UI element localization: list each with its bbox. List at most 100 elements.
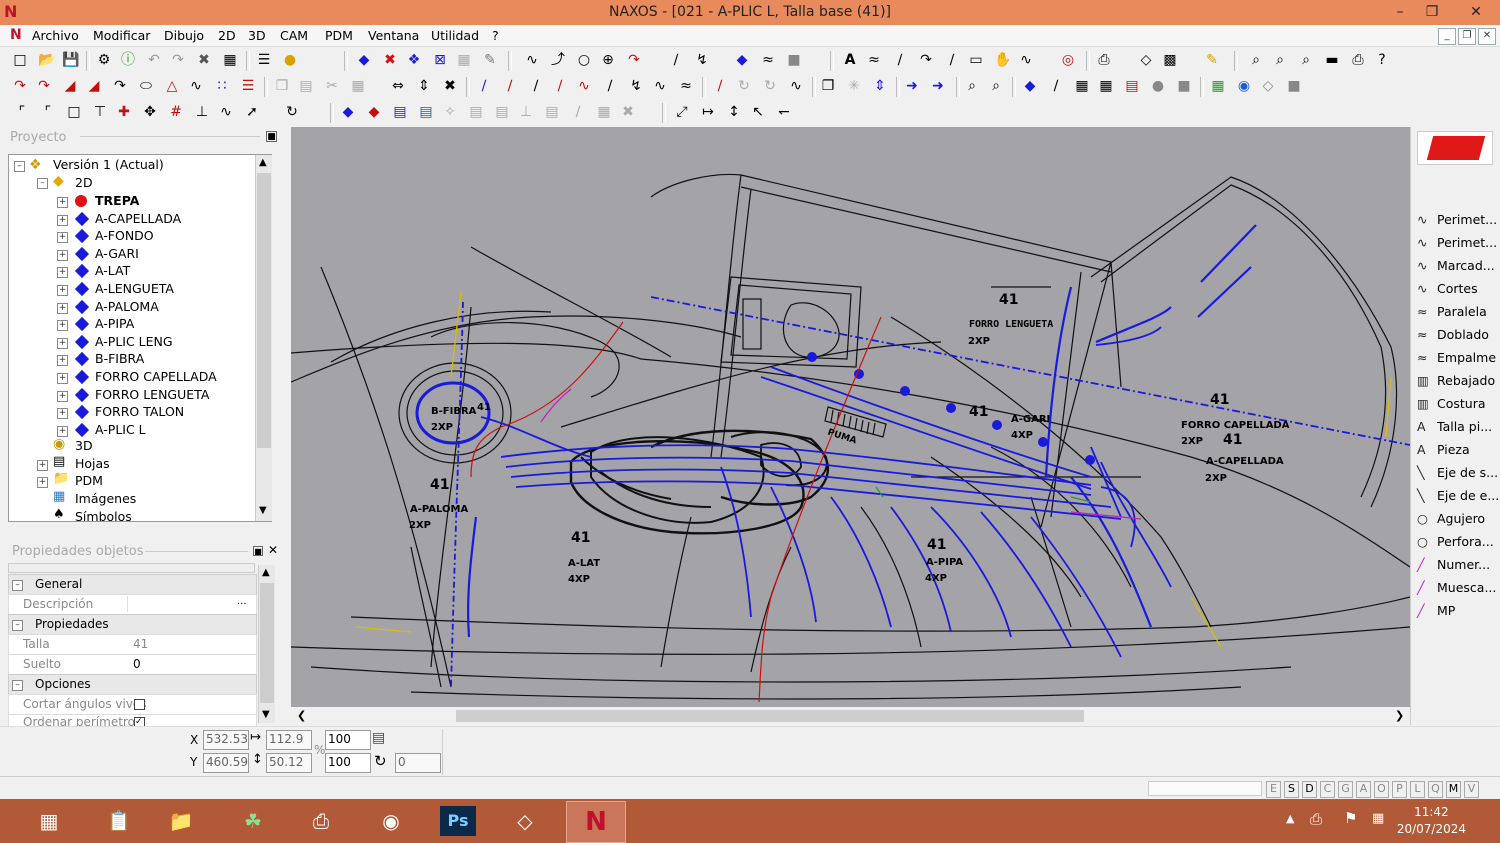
save-icon[interactable]: 💾 (62, 52, 79, 68)
status-toggle-p[interactable]: P (1392, 781, 1407, 798)
tool-item-label[interactable]: Cortes (1437, 281, 1478, 296)
tree-item-expand-toggle[interactable]: + (57, 355, 68, 367)
tree-item-expand-toggle[interactable]: + (57, 249, 68, 261)
flip-h-icon[interactable]: ⇔ (390, 78, 406, 94)
tree-item-expand-toggle[interactable]: + (57, 390, 68, 402)
tool-item-label[interactable]: Perfora... (1437, 534, 1494, 549)
table-icon[interactable]: ▦ (1098, 78, 1114, 94)
status-toggle-s[interactable]: S (1284, 781, 1299, 798)
panel-icon[interactable]: ▤ (1124, 78, 1140, 94)
hash-icon[interactable]: # (168, 104, 184, 120)
fillet2-icon[interactable]: ↷ (36, 78, 52, 94)
bar-icon[interactable]: ▤ (468, 104, 484, 120)
hook-icon[interactable]: ↷ (918, 52, 934, 68)
hand-icon[interactable]: ✋ (994, 52, 1011, 68)
tree-item-expand-toggle[interactable]: + (57, 232, 68, 244)
copy-icon[interactable]: ❐ (274, 78, 290, 94)
node-icon[interactable]: ◆ (734, 52, 750, 68)
menu-2d[interactable]: 2D (218, 28, 236, 43)
mark3-icon[interactable]: ∕ (570, 104, 586, 120)
menu-cam[interactable]: CAM (280, 28, 308, 43)
menu-help[interactable]: ? (492, 28, 499, 43)
corner-icon[interactable]: ↷ (112, 78, 128, 94)
diagonal-icon[interactable]: ∕ (892, 52, 908, 68)
menu-dibujo[interactable]: Dibujo (164, 28, 204, 43)
arc-red-icon[interactable]: ↷ (626, 52, 642, 68)
stitch-icon[interactable]: ∿ (218, 104, 234, 120)
eraser-app-icon[interactable]: ◇ (496, 801, 554, 841)
cut-icon[interactable]: ✂ (324, 78, 340, 94)
props-scroll-down-icon[interactable]: ▼ (262, 709, 270, 720)
tree-item-expand-toggle[interactable]: + (57, 408, 68, 420)
corner-a-icon[interactable]: ⌜ (14, 104, 30, 120)
scroll-up-icon[interactable]: ▲ (259, 157, 267, 168)
fillet-icon[interactable]: ↷ (12, 78, 28, 94)
remove-piece-icon[interactable]: ✖ (382, 52, 398, 68)
tool-item-label[interactable]: Marcad... (1437, 258, 1495, 273)
search-icon[interactable]: ⌕ (964, 78, 980, 94)
fill-icon[interactable]: ■ (786, 52, 802, 68)
tree-group-2d[interactable]: 2D (75, 175, 93, 190)
menu-modificar[interactable]: Modificar (93, 28, 150, 43)
opciones-collapse-toggle[interactable]: – (12, 680, 23, 691)
delete-icon[interactable]: ✖ (196, 52, 212, 68)
crosshair-icon[interactable]: ⊕ (600, 52, 616, 68)
rotate2-icon[interactable]: ↻ (762, 78, 778, 94)
photoshop-app-icon[interactable]: Ps (430, 801, 488, 841)
tree-item-expand-toggle[interactable]: + (57, 337, 68, 349)
rectangle-icon[interactable]: ▭ (968, 52, 984, 68)
scroll-thumb[interactable] (257, 173, 271, 448)
zoom-window-icon[interactable]: ⌕ (1298, 52, 1314, 68)
scroll-down-icon[interactable]: ▼ (259, 505, 267, 516)
open-folder-icon[interactable]: 📂 (38, 52, 55, 68)
plotter-icon[interactable]: ⎙ (1350, 52, 1366, 68)
zigzag-icon[interactable]: ∿ (1018, 52, 1034, 68)
explorer-app-icon[interactable]: 📁 (152, 801, 210, 841)
wave-icon[interactable]: ≈ (866, 52, 882, 68)
status-toggle-q[interactable]: Q (1428, 781, 1443, 798)
chamfer-icon[interactable]: ◢ (62, 78, 78, 94)
suelto-value[interactable]: 0 (133, 657, 141, 671)
properties-scrollbar[interactable]: ▲ ▼ (258, 565, 275, 723)
stroke-icon[interactable]: ∕ (944, 52, 960, 68)
document-icon[interactable]: N (10, 27, 22, 43)
search2-icon[interactable]: ⌕ (988, 78, 1004, 94)
cortar-checkbox[interactable] (134, 699, 145, 710)
piece-b-icon[interactable]: ◆ (366, 104, 382, 120)
props-scroll-up-icon[interactable]: ▲ (262, 567, 270, 578)
menu-utilidad[interactable]: Utilidad (431, 28, 479, 43)
properties-pin-icon[interactable]: ■ (253, 546, 263, 556)
move-icon[interactable]: ✥ (142, 104, 158, 120)
tool-item-label[interactable]: Paralela (1437, 304, 1487, 319)
trim-icon[interactable]: ✖ (442, 78, 458, 94)
spiral-icon[interactable]: ∿ (188, 78, 204, 94)
tree-item-label[interactable]: TREPA (95, 193, 139, 208)
descripcion-field[interactable] (127, 596, 235, 612)
wave2-icon[interactable]: ≈ (678, 78, 694, 94)
tree-item-expand-toggle[interactable]: + (57, 267, 68, 279)
tree-item-label[interactable]: A-PALOMA (95, 299, 159, 314)
tool-item-label[interactable]: Pieza (1437, 442, 1470, 457)
calculator-app-icon[interactable]: ▦ (20, 801, 78, 841)
join-icon[interactable]: ∕ (602, 78, 618, 94)
minimize-button[interactable]: – (1384, 0, 1416, 25)
text-icon[interactable]: A (842, 52, 858, 68)
tree-item-label[interactable]: A-GARI (95, 246, 139, 261)
zoom-icon[interactable]: ⌕ (1248, 52, 1264, 68)
mark-icon[interactable]: ◆ (1022, 78, 1038, 94)
select-piece-icon[interactable]: ◆ (356, 52, 372, 68)
circle-icon[interactable]: ○ (576, 52, 592, 68)
close-button[interactable]: ✕ (1456, 0, 1496, 25)
pointer-icon[interactable]: ➚ (244, 104, 260, 120)
tree-item-label[interactable]: B-FIBRA (95, 351, 144, 366)
group-icon[interactable]: ▦ (350, 78, 366, 94)
angle-field[interactable]: 0 (395, 753, 441, 773)
project-tree-scrollbar[interactable]: ▲ ▼ (255, 155, 272, 521)
export-icon[interactable]: ➜ (930, 78, 946, 94)
ellipse-icon[interactable]: ⬭ (138, 78, 154, 94)
hscroll-left-icon[interactable]: ❮ (297, 709, 306, 722)
menu-archivo[interactable]: Archivo (32, 28, 79, 43)
tool-item-label[interactable]: Eje de e... (1437, 488, 1499, 503)
info-icon[interactable]: ⓘ (120, 52, 136, 68)
smooth-icon[interactable]: ∿ (652, 78, 668, 94)
